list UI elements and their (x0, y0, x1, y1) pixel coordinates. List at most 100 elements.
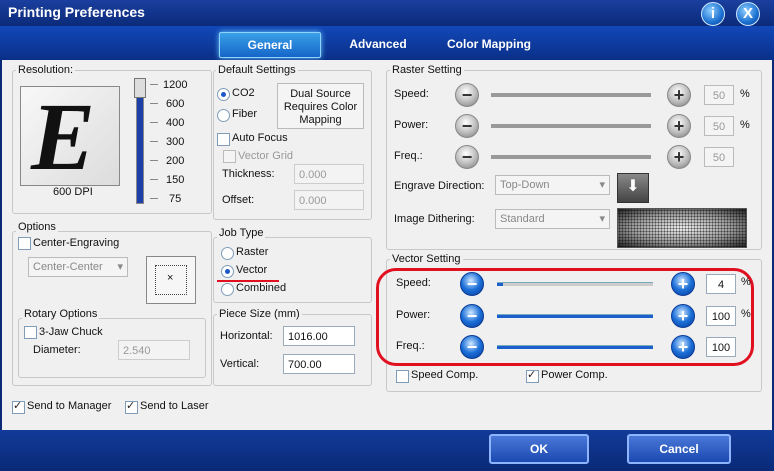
co2-label: CO2 (232, 87, 255, 99)
raster-power-label: Power: (394, 119, 429, 131)
raster-freq-minus[interactable]: − (455, 145, 479, 169)
tick-mark (150, 122, 158, 123)
horizontal-input[interactable]: 1016.00 (283, 326, 355, 346)
vertical-label: Vertical: (220, 358, 260, 370)
raster-power-unit: % (740, 119, 750, 131)
vector-speed-slider[interactable] (497, 282, 653, 286)
close-icon[interactable]: X (736, 2, 760, 26)
engrave-direction-label: Engrave Direction: (394, 180, 485, 192)
thickness-input[interactable]: 0.000 (294, 164, 364, 184)
raster-power-minus[interactable]: − (455, 114, 479, 138)
info-icon[interactable]: i (701, 2, 725, 26)
combined-radio[interactable] (221, 283, 234, 296)
tick-mark (150, 198, 158, 199)
offset-label: Offset: (222, 194, 255, 206)
diameter-input[interactable]: 2.540 (118, 340, 190, 360)
raster-freq-label: Freq.: (394, 150, 423, 162)
raster-radio[interactable] (221, 247, 234, 260)
engrave-direction-select[interactable]: Top-Down (495, 175, 610, 195)
center-x-icon: × (167, 272, 174, 284)
vector-setting-label: Vector Setting (390, 253, 463, 265)
options-label: Options (16, 221, 58, 233)
co2-radio[interactable] (217, 88, 230, 101)
tick-label: 400 (166, 117, 185, 129)
send-to-laser-label: Send to Laser (140, 400, 209, 412)
auto-focus-checkbox[interactable] (217, 133, 230, 146)
resolution-slider-thumb[interactable] (134, 78, 146, 98)
resolution-slider-track[interactable] (136, 80, 144, 204)
horizontal-label: Horizontal: (220, 330, 273, 342)
raster-freq-slider[interactable] (491, 155, 651, 159)
job-type-label: Job Type (217, 227, 266, 239)
vector-speed-label: Speed: (396, 277, 431, 289)
vector-power-plus[interactable]: + (671, 304, 695, 328)
fiber-label: Fiber (232, 108, 258, 120)
vector-freq-label: Freq.: (396, 340, 425, 352)
raster-power-plus[interactable]: + (667, 114, 691, 138)
raster-power-value[interactable]: 50 (704, 116, 734, 136)
center-select[interactable]: Center-Center (28, 257, 128, 277)
jaw-chuck-label: 3-Jaw Chuck (39, 326, 103, 338)
raster-power-slider[interactable] (491, 124, 651, 128)
center-engraving-label: Center-Engraving (33, 237, 120, 249)
center-engraving-checkbox[interactable] (18, 237, 31, 250)
tab-advanced[interactable]: Advanced (338, 32, 418, 56)
vector-radio[interactable] (221, 265, 234, 278)
vector-power-slider[interactable] (497, 314, 653, 318)
speed-comp-checkbox[interactable] (396, 370, 409, 383)
vector-grid-checkbox[interactable] (223, 150, 236, 163)
raster-setting-label: Raster Setting (390, 64, 464, 76)
raster-freq-plus[interactable]: + (667, 145, 691, 169)
window-title: Printing Preferences (8, 4, 145, 20)
tick-label: 75 (169, 193, 182, 205)
raster-speed-unit: % (740, 88, 750, 100)
fiber-radio[interactable] (217, 109, 230, 122)
power-comp-label: Power Comp. (541, 369, 608, 381)
piece-size-label: Piece Size (mm) (217, 308, 302, 320)
raster-speed-slider[interactable] (491, 93, 651, 97)
raster-speed-label: Speed: (394, 88, 429, 100)
title-bar: Printing Preferences i X (0, 0, 774, 26)
image-dithering-select[interactable]: Standard (495, 209, 610, 229)
arrow-down-icon[interactable]: ⬇ (617, 173, 649, 203)
tick-label: 1200 (163, 79, 188, 91)
dithering-preview (617, 208, 747, 248)
tab-bar: General Advanced Color Mapping (0, 26, 774, 60)
vector-speed-minus[interactable]: − (460, 272, 484, 296)
default-settings-label: Default Settings (216, 64, 298, 76)
cancel-button[interactable]: Cancel (627, 434, 731, 464)
vector-speed-plus[interactable]: + (671, 272, 695, 296)
tick-mark (150, 103, 158, 104)
vector-freq-minus[interactable]: − (460, 335, 484, 359)
send-to-laser-checkbox[interactable] (125, 399, 138, 414)
raster-freq-value[interactable]: 50 (704, 147, 734, 167)
vector-speed-value[interactable]: 4 (706, 274, 736, 294)
piece-size-group (213, 314, 372, 386)
tab-general[interactable]: General (219, 32, 321, 58)
rotary-options-label: Rotary Options (22, 308, 100, 320)
tick-mark (150, 84, 158, 85)
power-comp-checkbox[interactable] (526, 368, 539, 383)
vector-power-value[interactable]: 100 (706, 306, 736, 326)
vector-speed-fill (497, 283, 503, 286)
tick-mark (150, 160, 158, 161)
send-to-manager-checkbox[interactable] (12, 399, 25, 414)
diameter-label: Diameter: (33, 344, 81, 356)
tab-color-mapping[interactable]: Color Mapping (440, 32, 538, 56)
vector-job-label: Vector (236, 264, 268, 276)
vector-freq-value[interactable]: 100 (706, 337, 736, 357)
offset-input[interactable]: 0.000 (294, 190, 364, 210)
raster-speed-value[interactable]: 50 (704, 85, 734, 105)
tick-label: 200 (166, 155, 185, 167)
image-dithering-label: Image Dithering: (394, 213, 475, 225)
vector-freq-plus[interactable]: + (671, 335, 695, 359)
ok-button[interactable]: OK (489, 434, 589, 464)
dpi-text: 600 DPI (53, 186, 93, 198)
raster-speed-plus[interactable]: + (667, 83, 691, 107)
raster-speed-minus[interactable]: − (455, 83, 479, 107)
vertical-input[interactable]: 700.00 (283, 354, 355, 374)
center-position-picker[interactable]: × (146, 256, 196, 304)
jaw-chuck-checkbox[interactable] (24, 326, 37, 339)
vector-power-minus[interactable]: − (460, 304, 484, 328)
vector-freq-slider[interactable] (497, 345, 653, 349)
